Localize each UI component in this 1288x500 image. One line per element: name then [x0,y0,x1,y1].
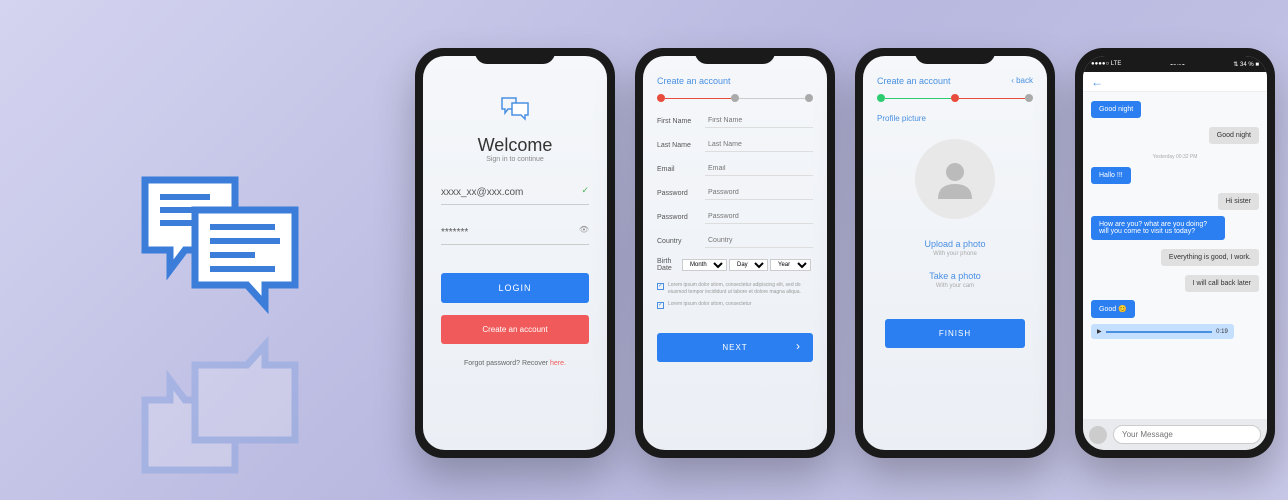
password2-input[interactable] [705,210,813,224]
terms-text-2: Lorem ipsum dolor sitom, consectetur [668,301,751,308]
create-account-button[interactable]: Create an account [441,315,589,344]
country-label: Country [657,238,705,245]
play-icon[interactable]: ▶ [1097,328,1102,335]
message-in: I will call back later [1185,275,1259,292]
first-name-label: First Name [657,118,705,125]
chat-logo-reflection [135,320,315,485]
email-field[interactable]: xxxx_xx@xxx.com [441,181,589,205]
app-icon [441,96,589,127]
next-button[interactable]: NEXT [657,333,813,362]
phone-chat-mockup: ●●●●○ LTE 19:01 ⇅ 34 % ■ ← Good night Go… [1075,48,1275,458]
profile-subtitle: Profile picture [877,114,1033,123]
finish-button[interactable]: FINISH [885,319,1025,348]
day-select[interactable]: Day [729,259,768,271]
password2-label: Password [657,214,705,221]
message-out: How are you? what are you doing? will yo… [1091,216,1225,240]
chat-header: ← [1083,72,1267,92]
email-input[interactable] [705,162,813,176]
country-input[interactable] [705,234,813,248]
progress-bar [657,94,813,102]
forgot-password-link[interactable]: Forgot password? Recover here. [441,360,589,367]
take-sub: With your cam [877,283,1033,289]
progress-bar [877,94,1033,102]
year-select[interactable]: Year [770,259,811,271]
message-in: Hi sister [1218,193,1259,210]
profile-header: Create an account [877,76,1033,86]
password-label: Password [657,190,705,197]
upload-sub: With your phone [877,251,1033,257]
last-name-input[interactable] [705,138,813,152]
message-in: Good night [1209,127,1259,144]
terms-text-1: Lorem ipsum dolor sitom, consectetur adi… [668,282,813,295]
chat-logo [135,165,315,330]
message-input[interactable] [1113,425,1261,444]
signup-header: Create an account [657,76,813,86]
last-name-label: Last Name [657,142,705,149]
back-link[interactable]: ‹ back [1011,76,1033,85]
check-icon: ✓ [581,185,589,196]
email-label: Email [657,166,705,173]
message-out: Good 😊 [1091,300,1135,318]
login-button[interactable]: LOGIN [441,273,589,303]
message-out: Hallo !!! [1091,167,1131,184]
take-photo-link[interactable]: Take a photo [877,271,1033,281]
terms-checkbox-1[interactable] [657,283,664,290]
phone-login-mockup: Welcome Sign in to continue xxxx_xx@xxx.… [415,48,615,458]
date-separator: Yesterday 00:32 PM [1091,150,1259,164]
back-icon[interactable]: ← [1091,75,1103,89]
password-input[interactable] [705,186,813,200]
eye-icon[interactable]: 👁 [579,225,589,234]
phone-signup-mockup: Create an account First Name Last Name E… [635,48,835,458]
month-select[interactable]: Month [682,259,727,271]
welcome-title: Welcome [441,135,589,156]
first-name-input[interactable] [705,114,813,128]
avatar-placeholder[interactable] [915,139,995,219]
message-out: Good night [1091,101,1141,118]
mic-icon[interactable] [1089,426,1107,444]
upload-photo-link[interactable]: Upload a photo [877,239,1033,249]
message-in: Everything is good, I work. [1161,249,1259,266]
birth-label: Birth Date [657,258,682,272]
password-field[interactable]: ******* [441,221,589,245]
terms-checkbox-2[interactable] [657,302,664,309]
audio-message[interactable]: ▶ 0:19 [1091,324,1234,339]
welcome-subtitle: Sign in to continue [441,156,589,163]
phone-profile-mockup: Create an account ‹ back Profile picture… [855,48,1055,458]
